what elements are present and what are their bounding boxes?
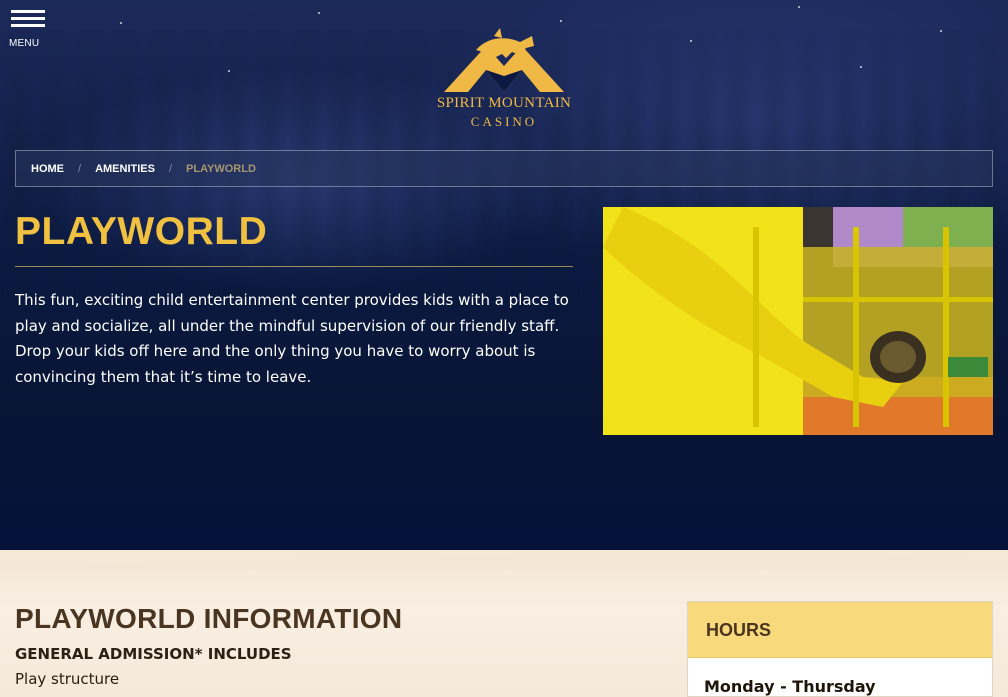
section-divider bbox=[0, 550, 1008, 570]
info-title: PLAYWORLD INFORMATION bbox=[15, 603, 403, 634]
breadcrumb-amenities-link[interactable]: AMENITIES bbox=[95, 163, 155, 175]
admission-subtitle: GENERAL ADMISSION* INCLUDES bbox=[15, 645, 292, 663]
title-divider bbox=[15, 266, 573, 267]
spirit-mountain-logo-icon bbox=[444, 28, 564, 92]
star bbox=[690, 40, 692, 42]
page-title: PLAYWORLD bbox=[15, 210, 268, 253]
admission-item: Play structure bbox=[15, 670, 120, 688]
hamburger-icon-line bbox=[11, 17, 45, 20]
hours-day-range: Monday - Thursday bbox=[704, 677, 876, 696]
hamburger-icon-line bbox=[11, 24, 45, 27]
playworld-photo bbox=[603, 207, 993, 435]
menu-button[interactable]: MENU bbox=[9, 10, 49, 50]
intro-paragraph: This fun, exciting child entertainment c… bbox=[15, 291, 569, 386]
star bbox=[798, 6, 800, 8]
star bbox=[560, 20, 562, 22]
star bbox=[120, 22, 122, 24]
breadcrumb-separator: / bbox=[168, 162, 173, 175]
hamburger-icon bbox=[11, 10, 45, 13]
star bbox=[860, 66, 862, 68]
star bbox=[228, 70, 230, 72]
logo-name: SPIRIT MOUNTAIN bbox=[436, 95, 572, 111]
breadcrumb-current: PLAYWORLD bbox=[186, 162, 256, 175]
hours-panel: HOURS Monday - Thursday bbox=[687, 601, 993, 697]
site-logo[interactable]: SPIRIT MOUNTAIN CASINO bbox=[436, 24, 572, 134]
logo-subtitle: CASINO bbox=[470, 114, 538, 129]
breadcrumb-separator: / bbox=[78, 162, 82, 175]
star bbox=[318, 12, 320, 14]
breadcrumb-home-link[interactable]: HOME bbox=[31, 163, 64, 175]
hours-title: HOURS bbox=[706, 620, 772, 640]
playground-image bbox=[603, 207, 993, 435]
hours-header: HOURS bbox=[688, 602, 992, 658]
menu-label: MENU bbox=[9, 38, 40, 49]
star bbox=[940, 30, 942, 32]
breadcrumb: HOME / AMENITIES / PLAYWORLD bbox=[15, 150, 993, 187]
